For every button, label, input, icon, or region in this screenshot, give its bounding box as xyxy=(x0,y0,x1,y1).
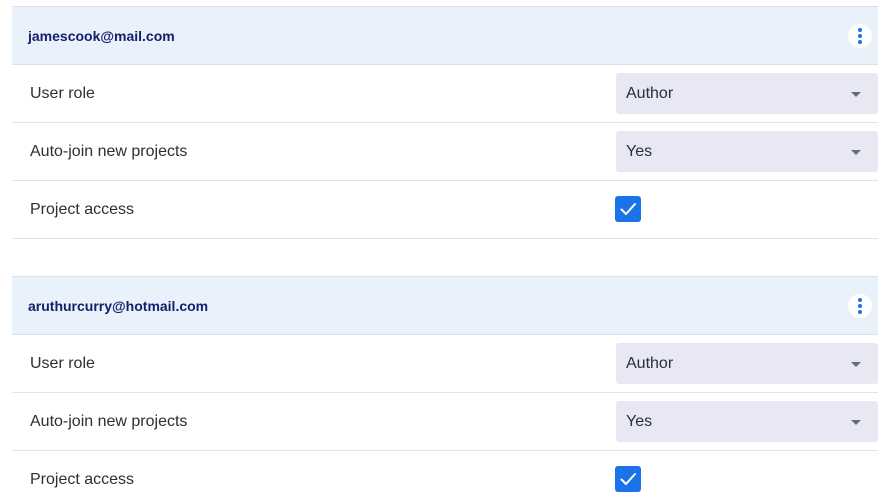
user-card-header: aruthurcurry@hotmail.com xyxy=(12,276,878,335)
more-vertical-icon-dot xyxy=(858,39,862,44)
user-role-select[interactable]: Author xyxy=(616,73,878,114)
project-access-label: Project access xyxy=(30,470,135,488)
more-vertical-icon-dot xyxy=(858,303,862,308)
user-role-label: User role xyxy=(30,84,95,102)
auto-join-value: Yes xyxy=(626,412,653,430)
checkmark-icon xyxy=(620,203,636,215)
checkmark-icon xyxy=(620,473,636,485)
more-vertical-icon-dot xyxy=(858,309,862,314)
user-settings-list: jamescook@mail.com User role Author Auto… xyxy=(0,0,896,504)
caret-down-icon xyxy=(851,149,861,155)
project-access-row: Project access xyxy=(12,181,878,239)
user-role-value: Author xyxy=(626,84,674,102)
user-role-select[interactable]: Author xyxy=(616,343,878,384)
caret-down-icon xyxy=(851,419,861,425)
auto-join-row: Auto-join new projects Yes xyxy=(12,393,878,451)
project-access-label: Project access xyxy=(30,200,135,218)
user-card: aruthurcurry@hotmail.com User role Autho… xyxy=(12,276,878,504)
auto-join-select[interactable]: Yes xyxy=(616,401,878,442)
user-card-header: jamescook@mail.com xyxy=(12,6,878,65)
user-card: jamescook@mail.com User role Author Auto… xyxy=(12,6,878,239)
auto-join-label: Auto-join new projects xyxy=(30,412,188,430)
project-access-row: Project access xyxy=(12,451,878,504)
project-access-checkbox[interactable] xyxy=(615,466,641,492)
user-email: aruthurcurry@hotmail.com xyxy=(28,297,209,314)
user-role-row: User role Author xyxy=(12,65,878,123)
auto-join-value: Yes xyxy=(626,142,653,160)
project-access-checkbox[interactable] xyxy=(615,196,641,222)
user-role-value: Author xyxy=(626,354,674,372)
more-vertical-icon-dot xyxy=(858,33,862,38)
auto-join-row: Auto-join new projects Yes xyxy=(12,123,878,181)
more-options-button[interactable] xyxy=(848,293,872,318)
more-vertical-icon xyxy=(858,297,862,302)
caret-down-icon xyxy=(851,91,861,97)
user-role-row: User role Author xyxy=(12,335,878,393)
auto-join-label: Auto-join new projects xyxy=(30,142,188,160)
auto-join-select[interactable]: Yes xyxy=(616,131,878,172)
caret-down-icon xyxy=(851,361,861,367)
more-options-button[interactable] xyxy=(848,23,872,48)
more-vertical-icon xyxy=(858,27,862,32)
user-role-label: User role xyxy=(30,354,95,372)
user-email: jamescook@mail.com xyxy=(28,27,175,44)
